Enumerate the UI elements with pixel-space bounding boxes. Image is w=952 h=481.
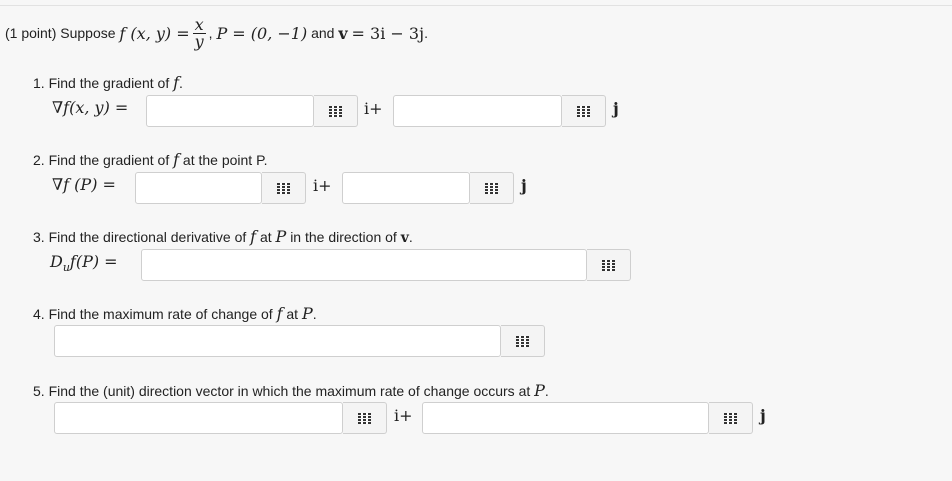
grid-icon	[485, 182, 498, 194]
grid-icon	[602, 259, 615, 271]
q1-i-suffix: i+	[364, 99, 383, 118]
q4-number: 4.	[33, 306, 45, 322]
q3-period: .	[408, 229, 413, 245]
function-fraction: x y	[192, 14, 206, 51]
q5-prompt: 5. Find the (unit) direction vector in w…	[33, 381, 549, 400]
vector-symbol: v	[338, 23, 348, 43]
q5-text: Find the (unit) direction vector in whic…	[48, 383, 531, 399]
top-divider	[0, 5, 952, 6]
q1-gradient-j-input[interactable]	[394, 96, 561, 126]
q2-f-symbol: f	[173, 150, 180, 169]
q5-direction-i-field[interactable]	[54, 402, 343, 434]
q3-directional-derivative-field[interactable]	[141, 249, 587, 281]
q4-period: .	[312, 306, 317, 322]
q3-number: 3.	[33, 229, 45, 245]
q2-gradient-j-input[interactable]	[343, 173, 469, 203]
statement-period: .	[424, 25, 428, 41]
q4-at-word: at	[286, 306, 299, 322]
q5-number: 5.	[33, 383, 45, 399]
problem-statement: (1 point) Suppose f (x, y) = x y , P = (…	[5, 14, 428, 51]
q3-directional-derivative-input[interactable]	[142, 250, 586, 280]
q1-gradient-i-field[interactable]	[146, 95, 314, 127]
q5-i-equation-editor-button[interactable]	[343, 402, 387, 434]
fraction-denominator: y	[194, 31, 204, 51]
fraction-numerator: x	[192, 14, 206, 34]
q2-math-label: ∇f (P) =	[52, 175, 116, 194]
suppose-label: Suppose	[60, 25, 116, 41]
q3-math-label: Duf(P) =	[50, 252, 118, 274]
vector-definition: = 3i − 3j	[351, 23, 425, 43]
q4-p-symbol: P	[301, 304, 313, 323]
grid-icon	[577, 105, 590, 117]
q1-text: Find the gradient of	[48, 75, 170, 91]
q5-j-suffix: j	[760, 406, 766, 425]
q4-prompt: 4. Find the maximum rate of change of f …	[33, 304, 317, 323]
grid-icon	[358, 412, 371, 424]
q1-j-equation-editor-button[interactable]	[562, 95, 606, 127]
q3-equation-editor-button[interactable]	[587, 249, 631, 281]
q2-j-suffix: j	[521, 176, 527, 195]
q2-j-equation-editor-button[interactable]	[470, 172, 514, 204]
grid-icon	[277, 182, 290, 194]
q2-i-equation-editor-button[interactable]	[262, 172, 306, 204]
q2-text: Find the gradient of	[48, 152, 170, 168]
q1-gradient-i-input[interactable]	[147, 96, 313, 126]
q3-prompt: 3. Find the directional derivative of f …	[33, 227, 413, 246]
q2-number: 2.	[33, 152, 45, 168]
and-label: and	[311, 25, 335, 41]
separator: ,	[208, 25, 213, 41]
q3-u-subscript: u	[62, 261, 70, 275]
q1-math-label: ∇f(x, y) =	[52, 98, 129, 117]
q2-gradient-i-field[interactable]	[135, 172, 262, 204]
q3-at-word: at	[259, 229, 272, 245]
q1-prompt: 1. Find the gradient of f.	[33, 73, 183, 92]
q4-max-rate-field[interactable]	[54, 325, 501, 357]
q1-i-equation-editor-button[interactable]	[314, 95, 358, 127]
q4-equation-editor-button[interactable]	[501, 325, 545, 357]
q2-gradient-i-input[interactable]	[136, 173, 261, 203]
q2-gradient-j-field[interactable]	[342, 172, 470, 204]
q3-f-symbol: f	[250, 227, 257, 246]
q1-gradient-j-field[interactable]	[393, 95, 562, 127]
q2-text-after: at the point P.	[182, 152, 268, 168]
q5-j-equation-editor-button[interactable]	[709, 402, 753, 434]
grid-icon	[724, 412, 737, 424]
q5-direction-j-input[interactable]	[423, 403, 708, 433]
q1-j-suffix: j	[613, 99, 619, 118]
q1-period: .	[179, 75, 183, 91]
q1-number: 1.	[33, 75, 45, 91]
q3-label-rest: f(P) =	[69, 252, 118, 271]
q5-i-suffix: i+	[394, 406, 413, 425]
q3-text-after: in the direction of	[290, 229, 397, 245]
q3-v-symbol: v	[400, 230, 409, 246]
q2-i-suffix: i+	[313, 176, 332, 195]
q5-p-symbol: P	[534, 381, 545, 400]
q5-direction-i-input[interactable]	[55, 403, 342, 433]
q3-d-symbol: D	[50, 252, 63, 271]
q5-period: .	[544, 383, 549, 399]
point-definition: P = (0, −1)	[216, 23, 308, 43]
points-label: (1 point)	[5, 25, 57, 41]
q4-max-rate-input[interactable]	[55, 326, 500, 356]
q5-direction-j-field[interactable]	[422, 402, 709, 434]
q2-prompt: 2. Find the gradient of f at the point P…	[33, 150, 268, 169]
q4-text: Find the maximum rate of change of	[48, 306, 273, 322]
grid-icon	[516, 335, 529, 347]
q4-f-symbol: f	[276, 304, 283, 323]
q3-p-symbol: P	[275, 227, 287, 246]
function-definition: f (x, y) =	[119, 23, 190, 43]
q3-text: Find the directional derivative of	[48, 229, 247, 245]
grid-icon	[329, 105, 342, 117]
